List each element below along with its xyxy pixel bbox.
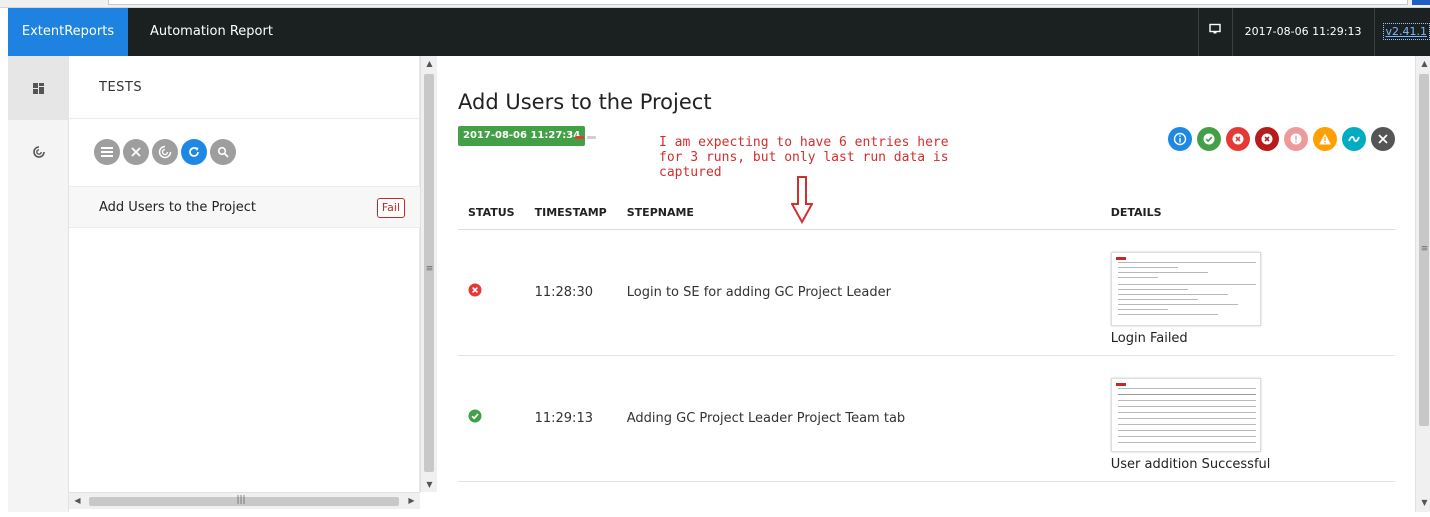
brand-logo[interactable]: ExtentReports xyxy=(8,8,128,56)
status-badge: Fail xyxy=(376,198,405,218)
scroll-down-arrow[interactable]: ▼ xyxy=(421,480,438,489)
step-name: Adding GC Project Leader Project Team ta… xyxy=(616,355,1101,482)
content-vscrollbar[interactable]: ▲ ≡ ▼ xyxy=(1415,56,1430,512)
clear-icon xyxy=(1378,134,1388,144)
test-start-time: 2017-08-06 11:27:34 xyxy=(458,126,586,146)
steps-table: STATUS TIMESTAMP STEPNAME DETAILS 11:28:… xyxy=(458,196,1395,482)
clear-filter-button[interactable] xyxy=(1371,127,1395,151)
scroll-grip-icon: ≡ xyxy=(1420,244,1429,254)
fail-icon xyxy=(468,283,482,297)
tests-panel-hscrollbar[interactable]: ◀ ||| ▶ xyxy=(69,492,420,509)
rest-progress-bar xyxy=(587,136,596,139)
pass-icon xyxy=(1203,133,1215,145)
pass-icon xyxy=(468,409,482,423)
fatal-icon xyxy=(1261,133,1273,145)
divider xyxy=(69,118,420,119)
step-status xyxy=(458,355,525,482)
tests-panel-vscrollbar[interactable]: ▲ ≡ ▼ xyxy=(420,56,437,492)
top-navbar: ExtentReports Automation Report 2017-08-… xyxy=(8,8,1430,56)
annotation-note: I am expecting to have 6 entries here fo… xyxy=(659,135,949,180)
scroll-right-arrow[interactable]: ▶ xyxy=(403,496,420,505)
version-cell: v2.41.1 xyxy=(1373,8,1430,56)
browser-chrome-strip xyxy=(0,0,1430,8)
screenshot-thumbnail[interactable] xyxy=(1110,251,1261,326)
sidenav-item-categories[interactable] xyxy=(8,120,69,184)
scroll-up-arrow[interactable]: ▲ xyxy=(421,59,438,68)
skip-icon xyxy=(1348,136,1360,142)
table-row: 11:28:30 Login to SE for adding GC Proje… xyxy=(458,229,1395,356)
table-row: 11:29:13 Adding GC Project Leader Projec… xyxy=(458,355,1395,482)
step-details: User addition Successful xyxy=(1100,355,1395,482)
search-icon xyxy=(217,146,229,158)
info-icon xyxy=(1173,132,1187,146)
fail-filter-button[interactable] xyxy=(1226,127,1250,151)
step-status xyxy=(458,229,525,356)
tests-panel: TESTS Add Users to the Project Fail xyxy=(69,56,420,492)
fail-icon xyxy=(1232,133,1244,145)
screenshot-thumbnail[interactable] xyxy=(1110,377,1261,452)
scroll-up-arrow[interactable]: ▲ xyxy=(1416,59,1430,68)
step-timestamp: 11:28:30 xyxy=(524,229,617,356)
fail-progress-bar xyxy=(575,136,584,139)
status-filter-icons xyxy=(1168,127,1395,151)
step-timestamp: 11:29:13 xyxy=(524,355,617,482)
browser-button[interactable] xyxy=(1412,0,1430,5)
report-name: Automation Report xyxy=(150,24,273,39)
test-item-name: Add Users to the Project xyxy=(99,200,256,215)
radar-icon xyxy=(158,145,172,159)
step-detail-text: User addition Successful xyxy=(1110,456,1271,472)
error-filter-button[interactable] xyxy=(1284,127,1308,151)
monitor-icon[interactable] xyxy=(1197,8,1232,56)
filter-category-button[interactable] xyxy=(152,139,178,165)
sidenav-item-tests[interactable] xyxy=(8,56,69,120)
step-details: Login Failed xyxy=(1100,229,1395,356)
refresh-icon xyxy=(189,147,199,157)
version-link[interactable]: v2.41.1 xyxy=(1382,23,1430,40)
step-name: Login to SE for adding GC Project Leader xyxy=(616,229,1101,356)
steps-header-row: STATUS TIMESTAMP STEPNAME DETAILS xyxy=(458,196,1395,230)
filter-fail-button[interactable] xyxy=(123,139,149,165)
column-header-stepname: STEPNAME xyxy=(616,196,1101,230)
scroll-left-arrow[interactable]: ◀ xyxy=(69,496,86,505)
navbar-right: 2017-08-06 11:29:13 v2.41.1 xyxy=(1197,8,1430,56)
column-header-details: DETAILS xyxy=(1100,196,1395,230)
fatal-filter-button[interactable] xyxy=(1255,127,1279,151)
info-filter-button[interactable] xyxy=(1168,127,1192,151)
close-icon xyxy=(131,147,141,157)
filter-search-button[interactable] xyxy=(210,139,236,165)
error-icon xyxy=(1290,133,1302,145)
report-datetime: 2017-08-06 11:29:13 xyxy=(1231,8,1374,56)
test-filters xyxy=(94,139,236,165)
step-detail-text: Login Failed xyxy=(1110,330,1188,346)
warning-filter-button[interactable] xyxy=(1313,127,1337,151)
tests-title: TESTS xyxy=(99,80,143,95)
scroll-grip-icon: ||| xyxy=(236,495,246,505)
column-header-timestamp: TIMESTAMP xyxy=(524,196,617,230)
list-icon xyxy=(101,147,113,157)
warning-icon xyxy=(1319,133,1331,145)
test-list-item[interactable]: Add Users to the Project Fail xyxy=(69,186,420,228)
scroll-down-arrow[interactable]: ▼ xyxy=(1416,498,1430,507)
test-detail-content: Add Users to the Project 2017-08-06 11:2… xyxy=(437,56,1415,512)
column-header-status: STATUS xyxy=(458,196,525,230)
radar-icon xyxy=(32,146,45,158)
side-nav xyxy=(8,56,69,512)
filter-refresh-button[interactable] xyxy=(181,139,207,165)
skip-filter-button[interactable] xyxy=(1342,127,1366,151)
scroll-grip-icon: ≡ xyxy=(425,264,434,274)
filter-all-button[interactable] xyxy=(94,139,120,165)
pass-filter-button[interactable] xyxy=(1197,127,1221,151)
address-bar[interactable] xyxy=(108,0,1408,5)
test-title: Add Users to the Project xyxy=(458,90,712,114)
dashboard-grid-icon xyxy=(33,82,44,94)
